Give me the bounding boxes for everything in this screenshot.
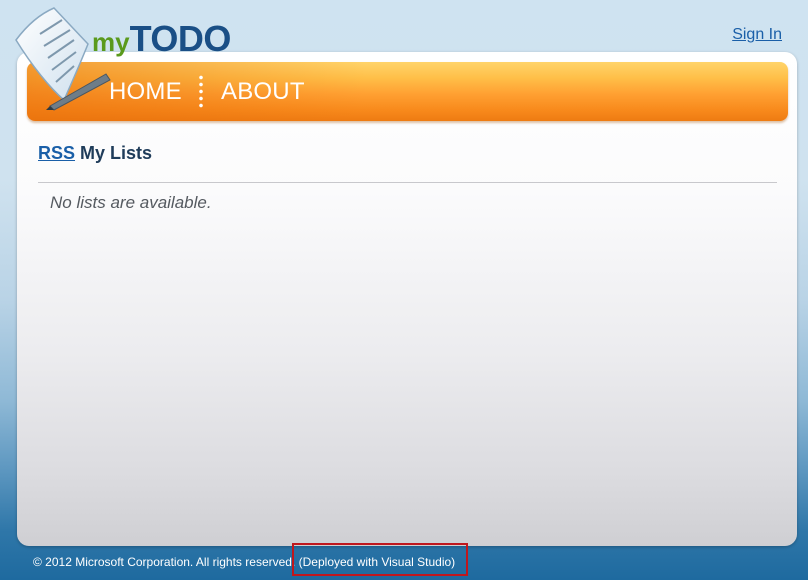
page-heading: RSS My Lists (38, 143, 152, 164)
footer-copyright: © 2012 Microsoft Corporation. All rights… (33, 555, 296, 569)
main-panel (17, 52, 797, 546)
logo-my: my (92, 27, 130, 57)
page-title: My Lists (80, 143, 153, 163)
empty-lists-message: No lists are available. (50, 193, 212, 212)
logo-todo: TODO (129, 18, 232, 59)
nav-about-link[interactable]: ABOUT (221, 78, 305, 106)
sign-in-link[interactable]: Sign In (732, 26, 782, 44)
rss-link[interactable]: RSS (38, 143, 75, 163)
divider (38, 182, 777, 183)
site-logo[interactable]: myTODO (10, 4, 231, 114)
logo-text: myTODO (92, 18, 231, 60)
highlight-annotation-box (292, 543, 468, 576)
